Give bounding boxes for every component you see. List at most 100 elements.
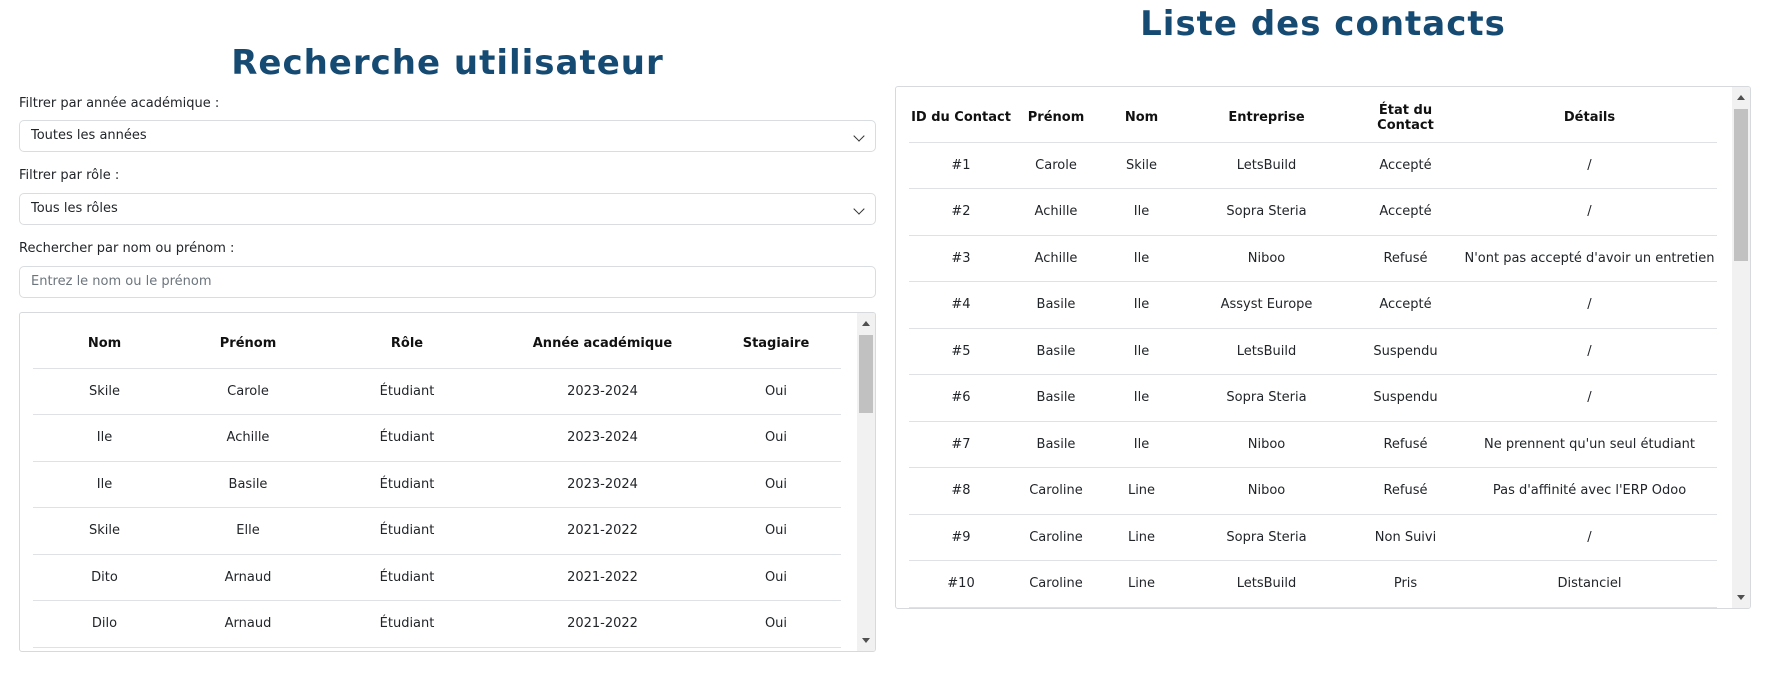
scrollbar-thumb[interactable] [859,335,873,413]
cell: LetsBuild [1184,328,1349,375]
cell: Caroline [1013,560,1099,608]
cell: LetsBuild [1184,560,1349,608]
cell: Achille [176,414,320,462]
scrollbar-thumb[interactable] [1734,109,1748,261]
cell: Refusé [1349,235,1462,282]
cell: #5 [909,328,1013,375]
year-filter-value: Toutes les années [31,128,147,143]
cell: #7 [909,421,1013,468]
cell: Carole [1013,142,1099,189]
cell: Ile [33,461,176,508]
cell: #8 [909,467,1013,515]
cell: Dilo [33,600,176,648]
cell: 2021-2022 [494,507,711,555]
year-filter-select[interactable]: Toutes les années [19,120,876,152]
col-header-prenom: Prénom [1013,94,1099,143]
cell: / [1462,142,1717,189]
cell: #9 [909,514,1013,561]
col-header-annee: Année académique [494,320,711,369]
cell: Niboo [1184,235,1349,282]
cell: Ile [1099,235,1184,282]
scroll-down-icon[interactable] [1737,595,1745,600]
cell: 2023-2024 [494,414,711,462]
cell: Sopra Steria [1184,514,1349,561]
table-row: #9 Caroline Line Sopra Steria Non Suivi … [909,514,1717,561]
cell: Skile [33,507,176,555]
cell: Skile [33,368,176,415]
cell: Caroline [1013,467,1099,515]
cell: Achille [1013,235,1099,282]
chevron-down-icon [853,130,865,142]
cell: Étudiant [320,368,494,415]
cell: 2021-2022 [494,554,711,601]
cell: / [1462,514,1717,561]
table-row: Dilo Arnaud Étudiant 2021-2022 Oui [33,600,841,648]
name-search-input[interactable]: Entrez le nom ou le prénom [19,266,876,298]
role-filter-value: Tous les rôles [31,201,118,216]
cell: Oui [711,554,841,601]
cell: #3 [909,235,1013,282]
cell: Accepté [1349,281,1462,329]
chevron-down-icon [853,203,865,215]
table-row: #2 Achille Ile Sopra Steria Accepté / [909,188,1717,236]
cell: Suspendu [1349,374,1462,422]
cell: Assyst Europe [1184,281,1349,329]
cell: Refusé [1349,467,1462,515]
col-header-role: Rôle [320,320,494,369]
cell: / [1462,281,1717,329]
scroll-up-icon[interactable] [1737,95,1745,100]
table-row: Ile Achille Étudiant 2023-2024 Oui [33,414,841,462]
cell: Étudiant [320,461,494,508]
table-row: #6 Basile Ile Sopra Steria Suspendu / [909,374,1717,422]
cell: Oui [711,368,841,415]
table-row: #3 Achille Ile Niboo Refusé N'ont pas ac… [909,235,1717,282]
cell: Ile [33,414,176,462]
cell: Elle [176,507,320,555]
cell: Niboo [1184,421,1349,468]
cell: Ile [1099,281,1184,329]
cell: Suspendu [1349,328,1462,375]
cell: 2023-2024 [494,461,711,508]
cell: #6 [909,374,1013,422]
col-header-id: ID du Contact [909,94,1013,143]
contacts-table-scrollbar[interactable] [1732,87,1750,608]
cell: Étudiant [320,507,494,555]
scroll-down-icon[interactable] [862,638,870,643]
cell: Oui [711,414,841,462]
cell: Oui [711,600,841,648]
cell: Ile [1099,421,1184,468]
cell: Line [1099,560,1184,608]
cell: LetsBuild [1184,142,1349,189]
cell: 2023-2024 [494,368,711,415]
cell: #4 [909,281,1013,329]
col-header-details: Détails [1462,94,1717,143]
cell: 2021-2022 [494,600,711,648]
table-row: Skile Carole Étudiant 2023-2024 Oui [33,368,841,415]
cell: Basile [1013,421,1099,468]
cell: Arnaud [176,600,320,648]
cell: / [1462,188,1717,236]
cell: Basile [1013,328,1099,375]
role-filter-label: Filtrer par rôle : [19,168,120,183]
cell: Skile [1099,142,1184,189]
contacts-title: Liste des contacts [1140,4,1506,44]
cell: Sopra Steria [1184,188,1349,236]
cell: Accepté [1349,188,1462,236]
users-table-scrollbar[interactable] [857,313,875,651]
cell: Étudiant [320,414,494,462]
cell: Distanciel [1462,560,1717,608]
table-row: Dito Arnaud Étudiant 2021-2022 Oui [33,554,841,601]
cell: Basile [1013,281,1099,329]
col-header-nom: Nom [1099,94,1184,143]
col-header-etat: État du Contact [1349,94,1462,143]
role-filter-select[interactable]: Tous les rôles [19,193,876,225]
cell: Non Suivi [1349,514,1462,561]
table-row: Skile Elle Étudiant 2021-2022 Oui [33,507,841,555]
cell: Accepté [1349,142,1462,189]
page: Recherche utilisateur Filtrer par année … [0,0,1787,699]
table-row: #1 Carole Skile LetsBuild Accepté / [909,142,1717,189]
cell: / [1462,374,1717,422]
scroll-up-icon[interactable] [862,321,870,326]
name-search-label: Rechercher par nom ou prénom : [19,241,235,256]
col-header-entreprise: Entreprise [1184,94,1349,143]
